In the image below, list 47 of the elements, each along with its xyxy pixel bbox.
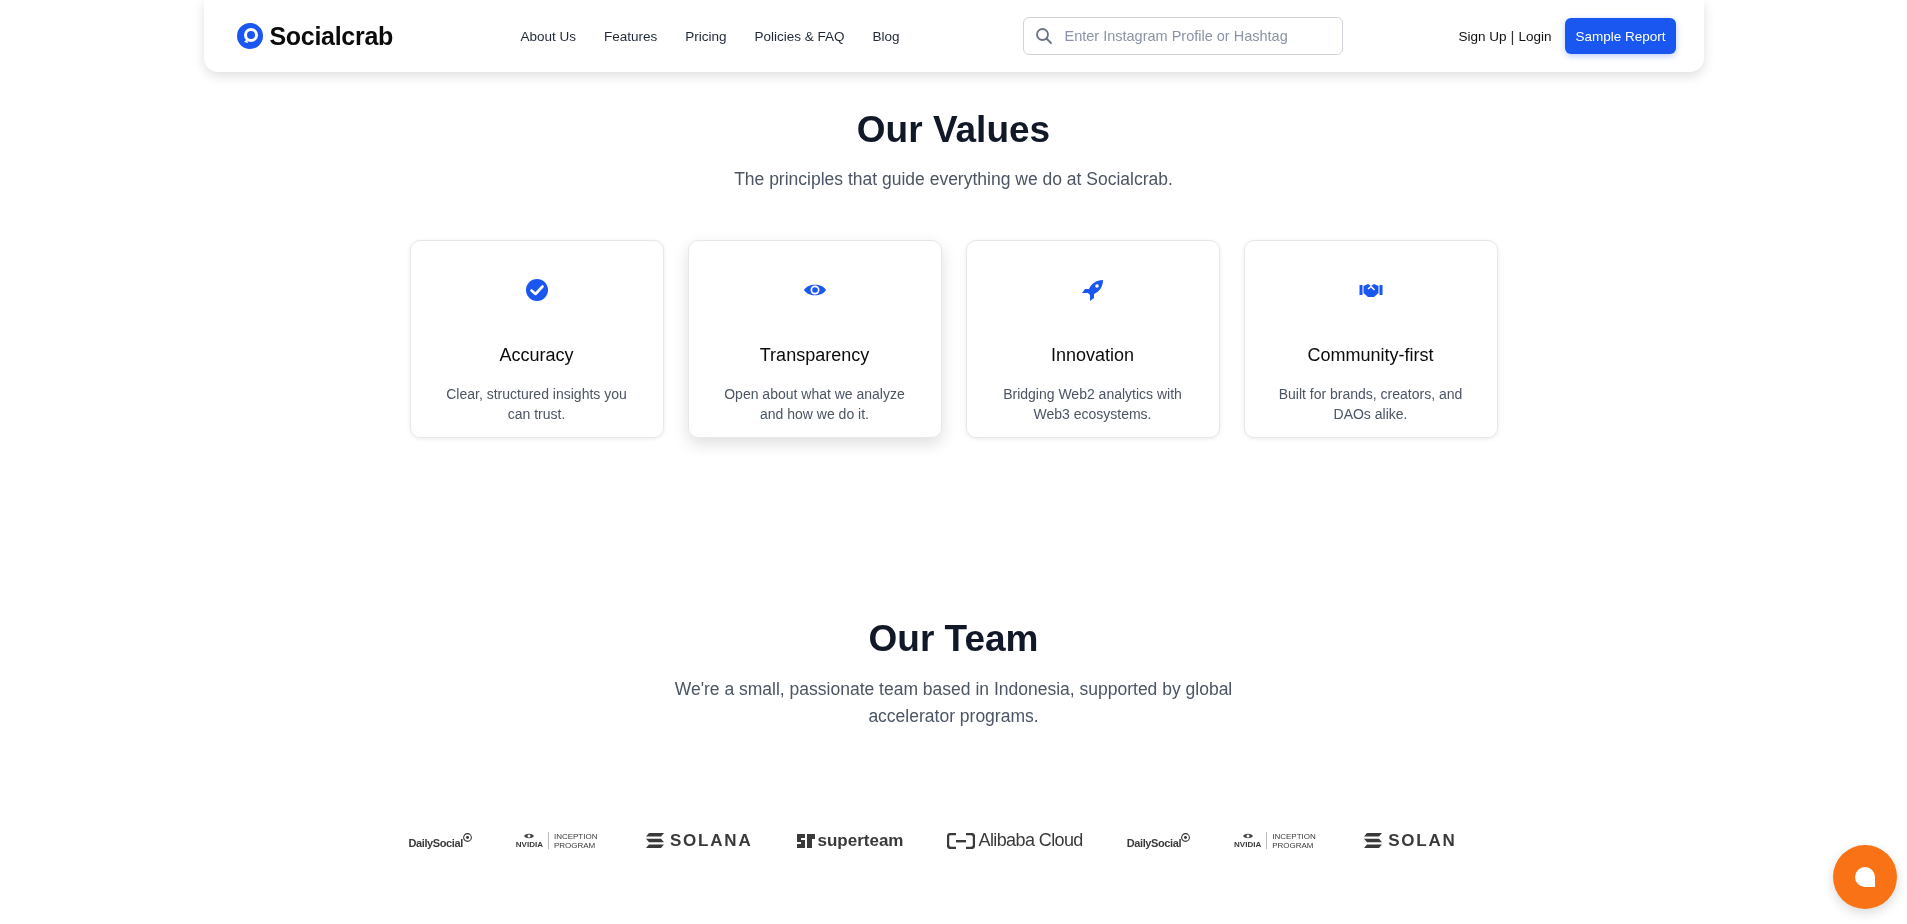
section-title: Our Team (868, 618, 1039, 660)
section-subtitle: The principles that guide everything we do at Socialcrab. (734, 169, 1173, 190)
chat-button[interactable] (1833, 845, 1897, 909)
superteam-mark-icon (796, 833, 815, 848)
nav-link[interactable]: Features (604, 28, 658, 44)
check-circle-icon (524, 278, 549, 302)
card-description: Built for brands, creators, and DAOs alike. (1277, 385, 1464, 424)
eye-logo-icon (1241, 832, 1254, 840)
card-title: Accuracy (499, 345, 574, 366)
logo-subtext: INCEPTION PROGRAM (1272, 831, 1317, 850)
sign-up-link[interactable]: Sign Up (1458, 28, 1507, 44)
logo-text: SOLAN (1388, 830, 1457, 851)
logo-text: Alibaba Cloud (978, 830, 1083, 851)
logo-text: DailySocial (408, 836, 463, 849)
logo-text: SOLANA (669, 830, 753, 851)
logo-subtext: INCEPTION PROGRAM (553, 831, 599, 850)
logo-text: NVIDIA (515, 840, 543, 849)
login-link[interactable]: Login (1518, 28, 1552, 44)
search-icon (1035, 27, 1054, 45)
card-description: Open about what we analyze and how we do it. (723, 385, 906, 424)
logo-text: DailySocial (1126, 836, 1182, 849)
search-field[interactable]: Enter Instagram Profile or Hashtag (1023, 17, 1344, 55)
stripes-icon (1364, 833, 1383, 848)
rocket-icon (1080, 278, 1105, 302)
brand-logo-icon (235, 22, 264, 50)
brackets-icon (947, 832, 976, 849)
separator: | (1510, 27, 1515, 45)
brand-name[interactable]: Socialcrab (269, 21, 393, 51)
badge-icon (462, 832, 472, 842)
card-title: Transparency (759, 345, 870, 366)
stripes-icon (645, 833, 664, 848)
section-subtitle: We're a small, passionate team based in Indonesia, supported by global accelerator programs. (673, 678, 1234, 728)
section-title: Our Values (856, 109, 1051, 151)
sample-report-button[interactable]: Sample Report (1565, 18, 1676, 54)
card-description: Bridging Web2 analytics with Web3 ecosystems. (1002, 385, 1183, 424)
card-title: Community-first (1307, 345, 1434, 366)
card-description: Clear, structured insights you can trust. (445, 385, 628, 424)
eye-logo-icon (523, 832, 536, 840)
logo-text: superteam (817, 830, 904, 851)
nav-link[interactable]: Pricing (685, 28, 727, 44)
card-title: Innovation (1050, 345, 1135, 366)
nav-link[interactable]: Policies & FAQ (754, 28, 845, 44)
chat-bubble-icon (1853, 865, 1877, 889)
nav-link[interactable]: Blog (872, 28, 900, 44)
logo-text: NVIDIA (1234, 840, 1262, 849)
badge-icon (1181, 832, 1191, 842)
nav-link[interactable]: About Us (520, 28, 577, 44)
